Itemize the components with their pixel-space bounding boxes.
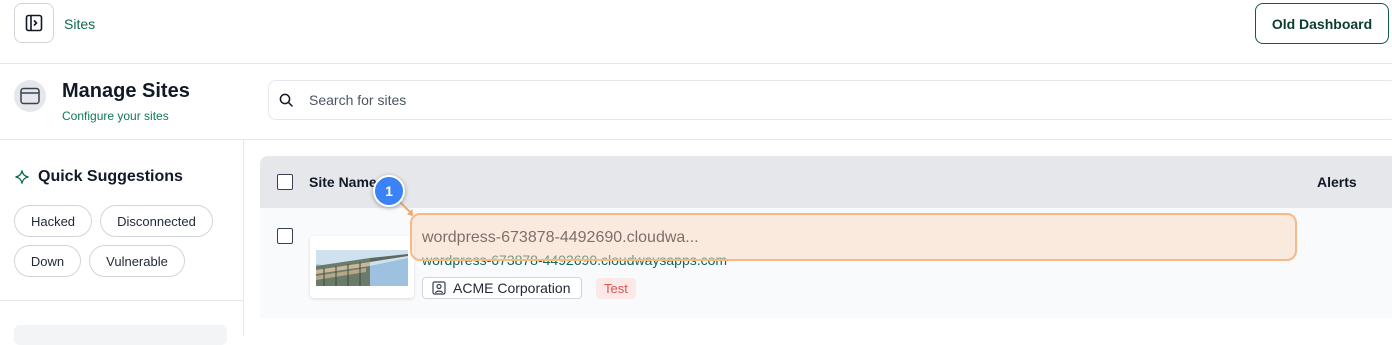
organization-badge[interactable]: ACME Corporation: [422, 277, 582, 299]
step-highlight: [410, 213, 1297, 261]
chip-down[interactable]: Down: [14, 245, 81, 277]
environment-tag: Test: [596, 278, 636, 299]
browser-window-icon: [14, 80, 46, 112]
quick-suggestions-title: Quick Suggestions: [38, 168, 183, 185]
sparkle-icon: [15, 170, 29, 184]
sidebar-divider: [0, 300, 244, 301]
table-header: Site Name Alerts: [260, 156, 1392, 208]
organization-icon: [432, 281, 446, 295]
search-box[interactable]: [268, 80, 1392, 120]
search-icon: [279, 93, 293, 107]
organization-name: ACME Corporation: [453, 280, 571, 296]
sidebar-section-placeholder: [14, 325, 227, 345]
breadcrumb-sites[interactable]: Sites: [64, 16, 95, 32]
chip-disconnected[interactable]: Disconnected: [100, 205, 213, 237]
old-dashboard-button[interactable]: Old Dashboard: [1255, 3, 1389, 44]
site-thumbnail[interactable]: [310, 236, 414, 298]
step-badge: 1: [373, 175, 405, 207]
page-header: Manage Sites Configure your sites: [0, 64, 1392, 140]
chip-hacked[interactable]: Hacked: [14, 205, 92, 237]
step-pointer-arrow: [399, 201, 413, 216]
top-bar: Sites Old Dashboard: [0, 0, 1392, 64]
column-site-name[interactable]: Site Name: [309, 174, 377, 190]
sidebar-toggle-button[interactable]: [14, 3, 54, 43]
row-checkbox[interactable]: [277, 228, 293, 244]
column-alerts: Alerts: [1317, 174, 1357, 190]
quick-suggestions-panel: Quick Suggestions Hacked Disconnected Do…: [0, 140, 244, 345]
page-subtitle: Configure your sites: [62, 109, 169, 123]
sidebar-toggle-icon: [25, 14, 43, 32]
page-title: Manage Sites: [62, 80, 190, 102]
search-input[interactable]: [309, 81, 1209, 119]
chip-vulnerable[interactable]: Vulnerable: [89, 245, 185, 277]
select-all-checkbox[interactable]: [277, 174, 293, 190]
